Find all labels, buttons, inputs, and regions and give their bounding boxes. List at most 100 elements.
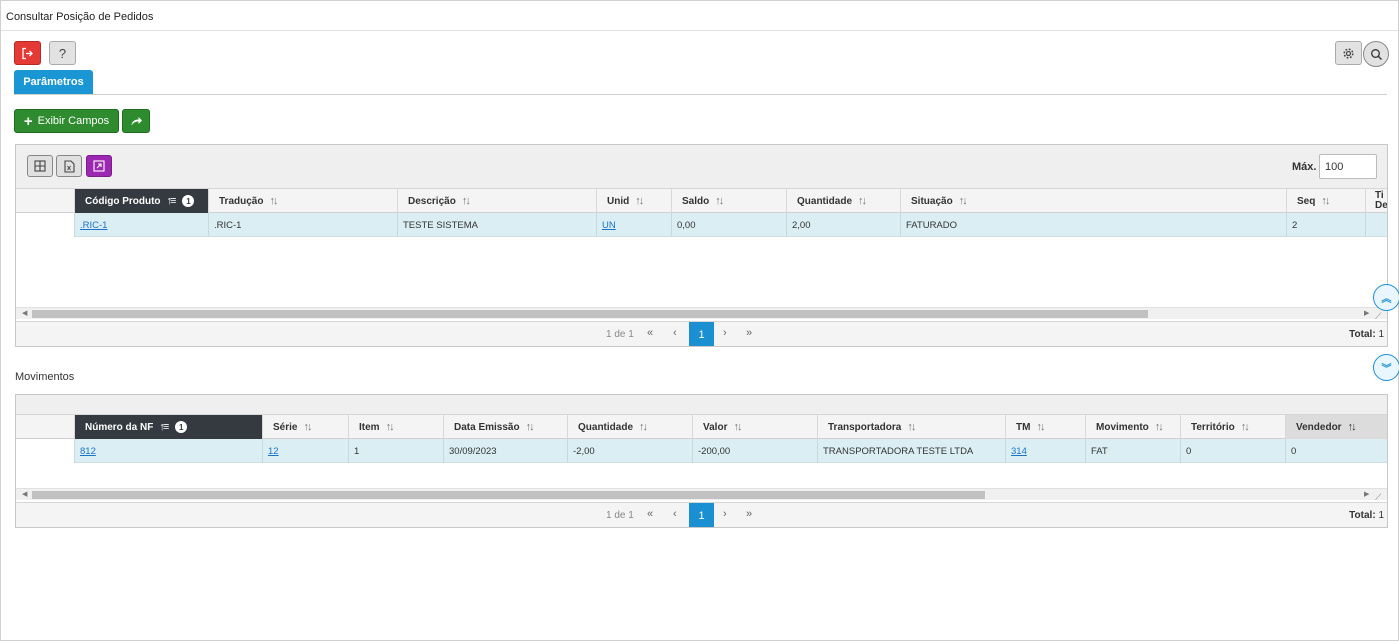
sort-icon[interactable]: ↑↓ bbox=[1241, 421, 1250, 433]
last-page-icon[interactable]: » bbox=[746, 508, 752, 520]
sort-icon[interactable]: ↑↓ bbox=[959, 195, 968, 207]
codigo-link[interactable]: .RIC-1 bbox=[80, 220, 107, 231]
first-page-icon[interactable]: « bbox=[647, 327, 653, 339]
col-item[interactable]: Item ↑↓ bbox=[349, 415, 444, 439]
prev-page-icon[interactable]: ‹ bbox=[673, 327, 677, 339]
cell-tm[interactable]: 314 bbox=[1006, 439, 1086, 463]
sort-asc-icon[interactable]: ↑≡ bbox=[167, 195, 177, 207]
resize-handle-icon[interactable]: ⟋ bbox=[1375, 311, 1385, 321]
table-row[interactable]: .RIC-1 .RIC-1 TESTE SISTEMA UN 0,00 2,00… bbox=[16, 213, 1387, 237]
scroll-left-icon[interactable]: ◀ bbox=[22, 489, 27, 501]
grid-icon bbox=[34, 160, 46, 172]
col-territorio[interactable]: Território ↑↓ bbox=[1181, 415, 1286, 439]
horizontal-scrollbar[interactable]: ◀ ▶ bbox=[16, 307, 1387, 320]
nf-link[interactable]: 812 bbox=[80, 446, 96, 457]
cell-unid[interactable]: UN bbox=[597, 213, 672, 237]
col-numero-nf[interactable]: Número da NF ↑≡ 1 bbox=[75, 415, 263, 439]
next-page-icon[interactable]: › bbox=[723, 327, 727, 339]
tm-link[interactable]: 314 bbox=[1011, 446, 1027, 457]
scroll-right-icon[interactable]: ▶ bbox=[1364, 489, 1369, 501]
horizontal-scrollbar[interactable]: ◀ ▶ bbox=[16, 488, 1387, 501]
col-saldo[interactable]: Saldo ↑↓ bbox=[672, 189, 787, 213]
col-serie[interactable]: Série ↑↓ bbox=[263, 415, 349, 439]
grid-layout-button[interactable] bbox=[27, 155, 53, 177]
cell-valor: -200,00 bbox=[693, 439, 818, 463]
col-quantidade[interactable]: Quantidade ↑↓ bbox=[787, 189, 901, 213]
cell-item: 1 bbox=[349, 439, 444, 463]
sort-icon[interactable]: ↑↓ bbox=[462, 195, 471, 207]
col-traducao[interactable]: Tradução ↑↓ bbox=[209, 189, 398, 213]
plus-icon: + bbox=[23, 112, 33, 130]
col-data-emissao[interactable]: Data Emissão ↑↓ bbox=[444, 415, 568, 439]
scroll-right-icon[interactable]: ▶ bbox=[1364, 308, 1369, 320]
page-info: 1 de 1 bbox=[606, 329, 634, 340]
cell-codigo[interactable]: .RIC-1 bbox=[75, 213, 209, 237]
expand-button[interactable] bbox=[86, 155, 112, 177]
sort-icon[interactable]: ↑↓ bbox=[858, 195, 867, 207]
collapse-up-button[interactable]: ︽ bbox=[1373, 284, 1399, 311]
cell-nf[interactable]: 812 bbox=[75, 439, 263, 463]
col-movimento[interactable]: Movimento ↑↓ bbox=[1086, 415, 1181, 439]
search-button[interactable] bbox=[1363, 41, 1389, 67]
sort-icon[interactable]: ↑↓ bbox=[1155, 421, 1164, 433]
col-situacao[interactable]: Situação ↑↓ bbox=[901, 189, 1287, 213]
cell-serie[interactable]: 12 bbox=[263, 439, 349, 463]
cell-transportadora: TRANSPORTADORA TESTE LTDA bbox=[818, 439, 1006, 463]
share-arrow-icon bbox=[131, 117, 142, 126]
export-excel-button[interactable] bbox=[56, 155, 82, 177]
window-title: Consultar Posição de Pedidos bbox=[6, 11, 154, 23]
sort-icon[interactable]: ↑↓ bbox=[1348, 421, 1357, 433]
col-seq[interactable]: Seq ↑↓ bbox=[1287, 189, 1366, 213]
scrollbar-thumb[interactable] bbox=[32, 491, 985, 499]
col-descricao[interactable]: Descrição ↑↓ bbox=[398, 189, 597, 213]
first-page-icon[interactable]: « bbox=[647, 508, 653, 520]
col-codigo-produto[interactable]: Código Produto ↑≡ 1 bbox=[75, 189, 209, 213]
sort-icon[interactable]: ↑↓ bbox=[907, 421, 916, 433]
sort-icon[interactable]: ↑↓ bbox=[269, 195, 278, 207]
last-page-icon[interactable]: » bbox=[746, 327, 752, 339]
col-valor[interactable]: Valor ↑↓ bbox=[693, 415, 818, 439]
expand-icon bbox=[93, 160, 105, 172]
sort-asc-icon[interactable]: ↑≡ bbox=[159, 421, 169, 433]
help-button[interactable]: ? bbox=[49, 41, 76, 65]
col-tm[interactable]: TM ↑↓ bbox=[1006, 415, 1086, 439]
cell-saldo: 0,00 bbox=[672, 213, 787, 237]
sort-icon[interactable]: ↑↓ bbox=[733, 421, 742, 433]
sort-icon[interactable]: ↑↓ bbox=[715, 195, 724, 207]
scroll-left-icon[interactable]: ◀ bbox=[22, 308, 27, 320]
share-button[interactable] bbox=[122, 109, 150, 133]
collapse-down-button[interactable]: ︾ bbox=[1373, 354, 1399, 381]
sort-icon[interactable]: ↑↓ bbox=[386, 421, 395, 433]
sort-icon[interactable]: ↑↓ bbox=[635, 195, 644, 207]
page-number-button[interactable]: 1 bbox=[689, 503, 714, 527]
scrollbar-thumb[interactable] bbox=[32, 310, 1148, 318]
serie-link[interactable]: 12 bbox=[268, 446, 279, 457]
col-vendedor[interactable]: Vendedor ↑↓ bbox=[1286, 415, 1387, 439]
col-transportadora[interactable]: Transportadora ↑↓ bbox=[818, 415, 1006, 439]
page-number-button[interactable]: 1 bbox=[689, 322, 714, 346]
exit-button[interactable] bbox=[14, 41, 41, 65]
row-select-cell[interactable] bbox=[16, 439, 75, 463]
resize-handle-icon[interactable]: ⟋ bbox=[1375, 492, 1385, 502]
table-row[interactable]: 812 12 1 30/09/2023 -2,00 -200,00 TRANSP… bbox=[16, 439, 1387, 463]
cell-descricao: TESTE SISTEMA bbox=[398, 213, 597, 237]
sort-icon[interactable]: ↑↓ bbox=[303, 421, 312, 433]
exibir-campos-button[interactable]: + Exibir Campos bbox=[14, 109, 119, 133]
settings-button[interactable] bbox=[1335, 41, 1362, 65]
row-select-cell[interactable] bbox=[16, 213, 75, 237]
max-label: Máx. bbox=[1292, 161, 1317, 173]
col-unid[interactable]: Unid ↑↓ bbox=[597, 189, 672, 213]
tab-parametros[interactable]: Parâmetros bbox=[14, 70, 93, 94]
sort-icon[interactable]: ↑↓ bbox=[639, 421, 648, 433]
cell-territorio: 0 bbox=[1181, 439, 1286, 463]
sort-icon[interactable]: ↑↓ bbox=[1036, 421, 1045, 433]
grid1-pager: 1 de 1 « ‹ 1 › » Total: 1 bbox=[16, 321, 1387, 346]
col-tipo-truncated[interactable]: Ti De bbox=[1366, 189, 1387, 213]
unid-link[interactable]: UN bbox=[602, 220, 616, 231]
sort-icon[interactable]: ↑↓ bbox=[1321, 195, 1330, 207]
prev-page-icon[interactable]: ‹ bbox=[673, 508, 677, 520]
sort-icon[interactable]: ↑↓ bbox=[526, 421, 535, 433]
max-input[interactable] bbox=[1319, 154, 1377, 179]
next-page-icon[interactable]: › bbox=[723, 508, 727, 520]
col-quantidade[interactable]: Quantidade ↑↓ bbox=[568, 415, 693, 439]
